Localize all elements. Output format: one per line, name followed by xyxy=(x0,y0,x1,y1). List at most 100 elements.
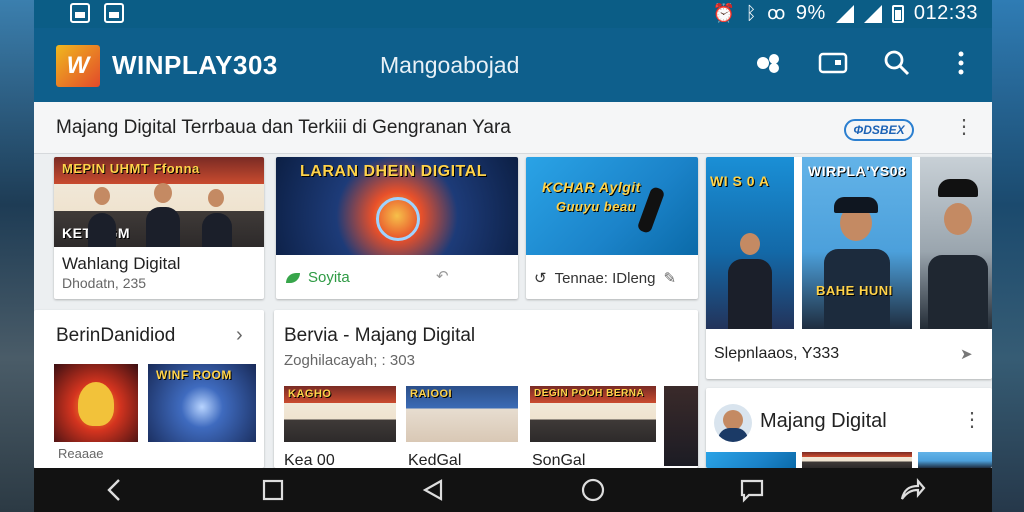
thumbnail-banner-3: BAHE HUNI xyxy=(816,283,893,298)
cast-icon[interactable] xyxy=(752,46,786,80)
panel-thumbnail-1[interactable] xyxy=(54,364,138,442)
thumbnail-banner: RAIOOI xyxy=(410,388,453,400)
video-card-2[interactable]: LARAN DHEIN DIGITAL Soyita ↶ xyxy=(276,157,518,299)
wifi-icon xyxy=(863,4,882,23)
app-bar-title: Mangoabojad xyxy=(380,52,520,78)
avatar-head xyxy=(723,410,743,430)
person-figure xyxy=(146,207,180,247)
phone-screen: ⏰ ᛒ ꝏ 9% 012:33 W WINPLAY303 Mangoabojad xyxy=(34,0,992,512)
card-status-text: Soyita xyxy=(308,269,350,286)
officer-head xyxy=(944,203,972,235)
section-more-icon[interactable]: ⋮ xyxy=(954,117,974,137)
person-figure xyxy=(728,259,772,329)
card-status-text: Tennae: IDleng xyxy=(554,269,656,287)
avatar[interactable] xyxy=(714,404,752,442)
bluetooth-icon: ᛒ xyxy=(745,3,758,23)
image-notification-icon xyxy=(104,3,124,23)
video-card-4[interactable]: WI S 0 A WIRPLA'YS08 BAHE HUNI Slepnlaao… xyxy=(706,157,992,379)
status-bar: ⏰ ᛒ ꝏ 9% 012:33 xyxy=(34,0,992,28)
thumbnail-label: Kea 00 xyxy=(284,452,335,468)
card-title: Slepnlaaos, Y333 xyxy=(714,345,840,362)
more-vert-icon[interactable] xyxy=(944,46,978,80)
share-arrow-icon[interactable]: ➤ xyxy=(960,345,973,363)
notification-icon xyxy=(70,3,90,23)
signal-icon xyxy=(835,4,854,23)
leaf-icon xyxy=(286,272,300,283)
video-thumbnail-3[interactable]: KCHAR Aylgit Guuyu beau xyxy=(526,157,698,255)
video-thumbnail[interactable] xyxy=(802,452,912,468)
share-icon[interactable] xyxy=(890,468,934,512)
officer-cap xyxy=(938,179,978,197)
poster-thumbnail-3[interactable] xyxy=(920,157,992,329)
triangle-back-icon[interactable] xyxy=(411,468,455,512)
section-badge[interactable]: ΦDSBEX xyxy=(844,119,914,141)
alarm-icon: ⏰ xyxy=(712,3,736,23)
thumbnail-label: KedGal xyxy=(408,452,462,468)
thumbnail-banner: KCHAR Aylgit xyxy=(542,179,641,195)
card-status-row: ↺ Tennae: IDleng ✎ xyxy=(534,269,676,288)
video-thumbnail[interactable]: RAIOOI xyxy=(406,386,518,442)
vibrate-icon: ꝏ xyxy=(767,3,786,23)
person-head xyxy=(740,233,760,255)
like-icon[interactable]: ↶ xyxy=(436,267,449,285)
section-title: Majang Digital Terrbaua dan Terkiii di G… xyxy=(56,117,511,138)
avatar-body xyxy=(718,428,748,442)
thumbnail-banner: WINF ROOM xyxy=(156,368,232,382)
link-icon: ↺ xyxy=(534,270,547,287)
officer-cap xyxy=(834,197,878,213)
card-title: Wahlang Digital xyxy=(62,254,181,273)
thumbnail-banner: WIRPLA'YS08 xyxy=(808,163,907,179)
back-icon[interactable] xyxy=(92,468,136,512)
card-subtitle: Dhodatn, 235 xyxy=(62,275,147,291)
person-head xyxy=(154,183,172,203)
thumbnail-label: SonGal xyxy=(532,452,586,468)
person-head xyxy=(208,189,224,207)
video-card-3[interactable]: KCHAR Aylgit Guuyu beau ↺ Tennae: IDleng… xyxy=(526,157,698,299)
mask-graphic xyxy=(78,382,114,426)
chat-icon[interactable] xyxy=(730,468,774,512)
search-icon[interactable] xyxy=(880,46,914,80)
person-figure xyxy=(88,213,116,247)
poster-thumbnail-1[interactable]: WI S 0 A xyxy=(706,157,794,329)
section-header: Majang Digital Terrbaua dan Terkiii di G… xyxy=(34,102,992,154)
person-head xyxy=(94,187,110,205)
panel-title: Bervia - Majang Digital xyxy=(284,325,476,346)
video-thumbnail[interactable]: DEGIN POOH BERNA xyxy=(530,386,656,442)
background-right xyxy=(992,0,1024,512)
panel-caption: Reaaae xyxy=(58,446,104,461)
panel-title: Majang Digital xyxy=(760,410,887,432)
card-status-row: Soyita xyxy=(286,269,350,286)
background-left xyxy=(0,0,34,512)
video-thumbnail-2[interactable]: LARAN DHEIN DIGITAL xyxy=(276,157,518,255)
clock-time: 012:33 xyxy=(913,2,978,24)
edit-icon[interactable]: ✎ xyxy=(663,269,676,287)
thumbnail-banner: KAGHO xyxy=(288,388,332,400)
thumbnail-banner: WI S 0 A xyxy=(710,173,770,189)
home-circle-icon[interactable] xyxy=(571,468,615,512)
video-thumbnail-1[interactable]: MEPIN UHMT Ffonna KETRIGM xyxy=(54,157,264,247)
panel-thumbnail-2[interactable]: WINF ROOM xyxy=(148,364,256,442)
chevron-right-icon[interactable]: › xyxy=(236,324,243,347)
battery-percent: 9% xyxy=(795,2,826,24)
video-thumbnail[interactable] xyxy=(664,386,698,466)
right-panel: Majang Digital ⋮ xyxy=(706,388,992,468)
square-icon[interactable] xyxy=(251,468,295,512)
video-thumbnail[interactable] xyxy=(918,452,992,468)
more-vert-icon[interactable]: ⋮ xyxy=(962,410,982,430)
person-figure xyxy=(202,213,232,247)
video-thumbnail[interactable]: KAGHO xyxy=(284,386,396,442)
navigation-bar xyxy=(34,468,992,512)
thumbnail-banner: LARAN DHEIN DIGITAL xyxy=(300,163,487,180)
video-card-1[interactable]: MEPIN UHMT Ffonna KETRIGM Wahlang Digita… xyxy=(54,157,264,299)
thumbnail-banner: DEGIN POOH BERNA xyxy=(534,388,645,399)
app-bar: W WINPLAY303 Mangoabojad xyxy=(34,28,992,102)
gallery-icon[interactable] xyxy=(816,46,850,80)
emblem-graphic xyxy=(376,197,420,241)
poster-thumbnail-2[interactable]: WIRPLA'YS08 BAHE HUNI xyxy=(802,157,912,329)
thumbnail-banner-2: Guuyu beau xyxy=(556,199,637,214)
left-panel: BerinDanidiod › WINF ROOM Reaaae xyxy=(34,310,264,468)
panel-subtitle: Zoghilacayah; : 303 xyxy=(284,352,415,369)
video-thumbnail[interactable] xyxy=(706,452,796,468)
app-logo[interactable]: W xyxy=(56,45,100,87)
middle-panel: Bervia - Majang Digital Zoghilacayah; : … xyxy=(274,310,698,468)
